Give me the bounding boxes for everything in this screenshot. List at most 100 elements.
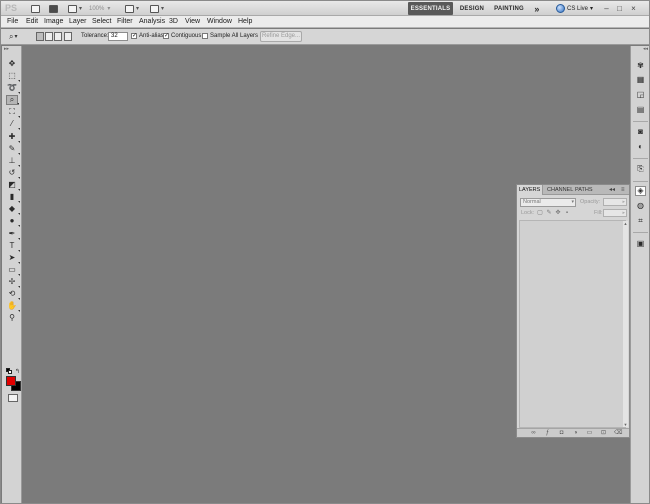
anti-alias-checkbox[interactable]: ✓ xyxy=(131,33,137,39)
info-panel-icon[interactable]: ▤ xyxy=(635,105,646,115)
foreground-color-swatch[interactable] xyxy=(6,376,16,386)
new-layer-icon[interactable]: ⊡ xyxy=(600,430,607,436)
subtract-from-selection-mode-button[interactable] xyxy=(54,32,62,41)
workspace-painting-button[interactable]: PAINTING xyxy=(491,2,527,15)
clone-stamp-tool-icon[interactable]: ⊥ xyxy=(6,156,20,167)
histogram-panel-icon[interactable]: ▦ xyxy=(635,75,646,85)
new-selection-mode-button[interactable] xyxy=(36,32,44,41)
more-workspaces-button[interactable]: » xyxy=(531,2,543,15)
spot-healing-brush-tool-icon[interactable]: ✚ xyxy=(6,132,20,143)
blend-mode-dropdown[interactable]: Normal ▾ xyxy=(520,198,576,207)
blur-tool-icon[interactable]: ◆ xyxy=(6,204,20,215)
history-brush-tool-icon[interactable]: ↺ xyxy=(6,168,20,179)
hand-tool-icon[interactable]: ✋ xyxy=(6,301,20,312)
menu-file[interactable]: File xyxy=(7,17,18,27)
adjustments-panel-icon[interactable]: ◐ xyxy=(635,142,646,152)
fill-input[interactable]: ▸ xyxy=(603,209,627,217)
tab-paths[interactable]: PATHS xyxy=(573,185,595,195)
maximize-button[interactable]: □ xyxy=(615,4,624,13)
chevron-down-icon: ▾ xyxy=(107,6,111,12)
panel-collapse-grip[interactable]: ▸▸ xyxy=(4,47,19,52)
layer-list-scrollbar[interactable]: ▲ ▼ xyxy=(623,221,628,427)
pen-tool-icon[interactable]: ✒ xyxy=(6,229,20,240)
workspace-essentials-button[interactable]: ESSENTIALS xyxy=(408,2,453,15)
menu-layer[interactable]: Layer xyxy=(69,17,87,27)
quick-selection-tool-icon[interactable]: ⌕ xyxy=(6,95,19,105)
menu-window[interactable]: Window xyxy=(207,17,232,27)
opacity-input[interactable]: ▸ xyxy=(603,198,627,206)
tool-preset-picker[interactable]: ⌕ ▾ xyxy=(9,31,28,42)
menu-filter[interactable]: Filter xyxy=(117,17,133,27)
cs-live-button[interactable]: CS Live ▾ xyxy=(556,3,593,14)
dock-expand-grip[interactable]: ◂◂ xyxy=(633,47,648,52)
lock-image-pixels-icon[interactable]: ✎ xyxy=(546,210,552,216)
new-adjustment-layer-icon[interactable]: ◑ xyxy=(572,430,579,436)
marquee-tool-icon[interactable]: ⬚ xyxy=(6,71,20,82)
zoom-tool-icon[interactable]: ⚲ xyxy=(6,313,18,323)
contiguous-checkbox[interactable]: ✓ xyxy=(163,33,169,39)
tab-layers[interactable]: LAYERS xyxy=(517,185,544,195)
brush-tool-icon[interactable]: ✎ xyxy=(6,144,20,155)
menu-view[interactable]: View xyxy=(185,17,200,27)
collapse-panel-icon[interactable]: ◂◂ xyxy=(609,186,615,194)
lock-position-icon[interactable]: ✥ xyxy=(555,210,561,216)
default-colors-icon[interactable] xyxy=(6,368,12,374)
history-panel-icon[interactable]: ⎘ xyxy=(635,164,646,174)
lock-all-icon[interactable]: ▪ xyxy=(564,210,570,216)
tolerance-input[interactable]: 32 xyxy=(108,32,128,41)
close-button[interactable]: × xyxy=(629,4,638,13)
intersect-selection-mode-button[interactable] xyxy=(64,32,72,41)
menu-analysis[interactable]: Analysis xyxy=(139,17,165,27)
channels-panel-icon[interactable]: ◍ xyxy=(635,201,646,211)
3d-orbit-tool-icon[interactable]: ⟲ xyxy=(6,289,20,300)
lasso-tool-icon[interactable]: ➰ xyxy=(6,83,20,94)
scroll-down-icon[interactable]: ▼ xyxy=(623,422,628,427)
paths-panel-icon[interactable]: ⌗ xyxy=(635,216,646,226)
masks-panel-icon[interactable]: ◙ xyxy=(635,127,646,137)
dodge-tool-icon[interactable]: ● xyxy=(6,216,20,227)
layers-panel-icon[interactable]: ◈ xyxy=(635,186,646,196)
layer-list[interactable] xyxy=(519,220,626,428)
launch-bridge-button[interactable] xyxy=(31,3,40,14)
lock-transparent-pixels-icon[interactable]: ▢ xyxy=(537,210,543,216)
globe-icon xyxy=(556,4,565,13)
rectangle-tool-icon[interactable]: ▭ xyxy=(6,265,20,276)
3d-panel-icon[interactable]: ▣ xyxy=(635,239,646,249)
menu-edit[interactable]: Edit xyxy=(26,17,38,27)
path-selection-tool-icon[interactable]: ➤ xyxy=(6,253,20,264)
zoom-level-dropdown[interactable]: 100% ▾ xyxy=(89,4,121,13)
tab-channels[interactable]: CHANNEL xyxy=(545,185,575,195)
scroll-up-icon[interactable]: ▲ xyxy=(623,221,628,226)
eyedropper-tool-icon[interactable]: ⁄ xyxy=(6,119,20,130)
mini-bridge-panel-icon[interactable]: ✾ xyxy=(635,61,646,71)
type-tool-icon[interactable]: T xyxy=(6,241,20,252)
menu-help[interactable]: Help xyxy=(238,17,252,27)
eraser-tool-icon[interactable]: ◩ xyxy=(6,180,20,191)
delete-layer-icon[interactable]: ⌫ xyxy=(614,430,622,436)
photoshop-window: PS ▾ 100% ▾ ▾ ▾ ESSENTIALS DESIGN PAINTI… xyxy=(0,0,650,504)
menu-select[interactable]: Select xyxy=(92,17,111,27)
menu-image[interactable]: Image xyxy=(44,17,63,27)
add-mask-icon[interactable]: ◘ xyxy=(558,430,565,436)
launch-mini-bridge-button[interactable] xyxy=(49,3,58,14)
move-tool-icon[interactable]: ✥ xyxy=(6,59,18,69)
sample-all-layers-checkbox[interactable] xyxy=(202,33,208,39)
navigator-panel-icon[interactable]: ◲ xyxy=(635,90,646,100)
refine-edge-button[interactable]: Refine Edge... xyxy=(260,31,302,42)
arrange-documents-button[interactable]: ▾ xyxy=(125,3,139,14)
workspace-design-button[interactable]: DESIGN xyxy=(456,2,488,15)
swap-colors-icon[interactable]: ↰ xyxy=(15,368,20,375)
screen-mode-button[interactable]: ▾ xyxy=(150,3,164,14)
add-to-selection-mode-button[interactable] xyxy=(45,32,53,41)
3d-rotate-tool-icon[interactable]: ✢ xyxy=(6,277,20,288)
layer-style-icon[interactable]: ƒ xyxy=(544,430,551,436)
panel-menu-icon[interactable]: ≡ xyxy=(621,186,625,194)
menu-3d[interactable]: 3D xyxy=(169,17,178,27)
link-layers-icon[interactable]: ∞ xyxy=(530,430,537,436)
quick-mask-icon[interactable] xyxy=(8,394,18,402)
minimize-button[interactable]: – xyxy=(602,4,611,13)
view-extras-button[interactable]: ▾ xyxy=(68,3,82,14)
gradient-tool-icon[interactable]: ▮ xyxy=(6,192,20,203)
new-group-icon[interactable]: ▭ xyxy=(586,430,593,436)
crop-tool-icon[interactable]: ⛶ xyxy=(6,107,20,118)
